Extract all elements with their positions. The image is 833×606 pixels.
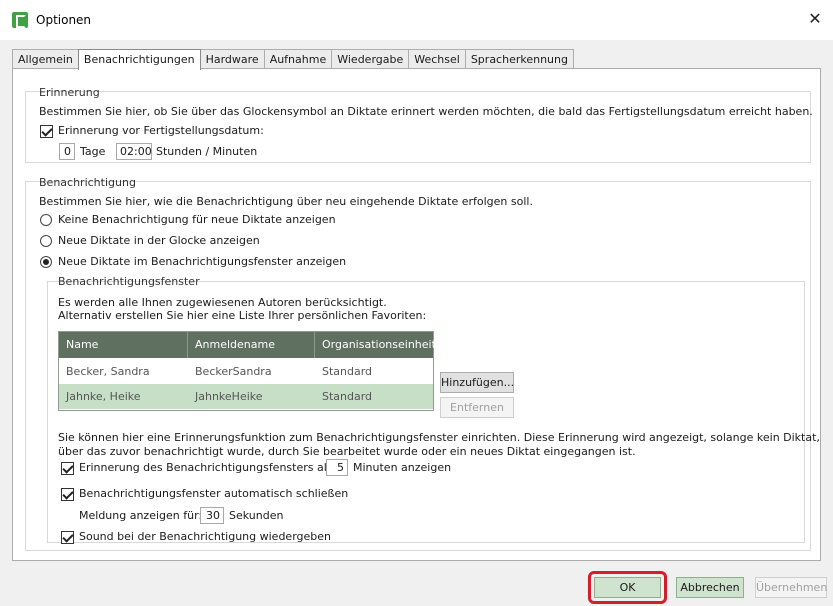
tab-benachrichtigungen[interactable]: Benachrichtigungen xyxy=(77,49,201,70)
days-input[interactable]: 0 xyxy=(59,143,75,160)
table-row[interactable]: Jahnke, Heike JahnkeHeike Standard xyxy=(59,384,433,409)
ok-button[interactable]: OK xyxy=(594,577,661,598)
cancel-button[interactable]: Abbrechen xyxy=(676,577,744,598)
radio-keine-benachrichtigung[interactable] xyxy=(40,214,52,226)
radio-benachrichtigungsfenster[interactable] xyxy=(40,256,52,268)
app-icon xyxy=(12,12,28,28)
benachrichtigung-group-title: Benachrichtigung xyxy=(39,176,136,189)
reminder-checkbox[interactable] xyxy=(61,462,74,475)
benachrichtigung-description: Bestimmen Sie hier, wie die Benachrichti… xyxy=(39,195,533,208)
message-unit-label: Sekunden xyxy=(229,509,284,522)
tab-aufnahme[interactable]: Aufnahme xyxy=(263,49,333,69)
fenster-group-title: Benachrichtigungsfenster xyxy=(58,275,200,288)
time-label: Stunden / Minuten xyxy=(156,145,258,158)
column-header-name[interactable]: Name xyxy=(59,332,187,358)
column-header-organisationseinheit[interactable]: Organisationseinheit xyxy=(315,332,436,358)
tab-panel: Erinnerung Bestimmen Sie hier, ob Sie üb… xyxy=(12,68,821,561)
title-bar: Optionen ✕ xyxy=(0,0,833,40)
erinnerung-checkbox[interactable] xyxy=(40,125,53,138)
erinnerung-description: Bestimmen Sie hier, ob Sie über das Gloc… xyxy=(39,105,813,118)
cell-name: Jahnke, Heike xyxy=(66,390,141,403)
cell-login: JahnkeHeike xyxy=(195,390,263,403)
tab-allgemein[interactable]: Allgemein xyxy=(12,49,79,69)
cell-unit: Standard xyxy=(322,365,373,378)
reminder-text-line1: Sie können hier eine Erinnerungsfunktion… xyxy=(58,431,820,444)
fenster-info-line2: Alternativ erstellen Sie hier eine Liste… xyxy=(58,309,427,322)
autoclose-label: Benachrichtigungsfenster automatisch sch… xyxy=(79,487,349,500)
table-row[interactable]: Becker, Sandra BeckerSandra Standard xyxy=(59,359,433,384)
close-icon[interactable]: ✕ xyxy=(805,9,825,29)
tab-spracherkennung[interactable]: Spracherkennung xyxy=(464,49,574,69)
reminder-label-before: Erinnerung des Benachrichtigungsfensters… xyxy=(79,461,337,474)
reminder-minutes-input[interactable]: 5 xyxy=(326,459,348,476)
cell-unit: Standard xyxy=(322,390,373,403)
add-button[interactable]: Hinzufügen... xyxy=(440,372,514,393)
tab-hardware[interactable]: Hardware xyxy=(199,49,265,69)
cell-login: BeckerSandra xyxy=(195,365,272,378)
radio-keine-label: Keine Benachrichtigung für neue Diktate … xyxy=(58,213,336,226)
tab-wechsel[interactable]: Wechsel xyxy=(408,49,466,69)
apply-button[interactable]: Übernehmen xyxy=(755,577,827,598)
message-duration-label: Meldung anzeigen für: xyxy=(79,509,203,522)
radio-fenster-label: Neue Diktate im Benachrichtigungsfenster… xyxy=(58,255,347,268)
erinnerung-checkbox-label: Erinnerung vor Fertigstellungsdatum: xyxy=(58,124,264,137)
sound-label: Sound bei der Benachrichtigung wiedergeb… xyxy=(79,530,331,543)
column-header-anmeldename[interactable]: Anmeldename xyxy=(188,332,314,358)
sound-checkbox[interactable] xyxy=(61,531,74,544)
reminder-text-line2: über das zuvor benachrichtigt wurde, dur… xyxy=(58,445,636,458)
reminder-label-after: Minuten anzeigen xyxy=(353,461,452,474)
radio-glocke[interactable] xyxy=(40,235,52,247)
table-header: Name Anmeldename Organisationseinheit xyxy=(59,332,436,358)
remove-button[interactable]: Entfernen xyxy=(440,397,514,418)
cell-name: Becker, Sandra xyxy=(66,365,150,378)
tab-wiedergabe[interactable]: Wiedergabe xyxy=(331,49,410,69)
erinnerung-group-title: Erinnerung xyxy=(39,86,100,99)
window-title: Optionen xyxy=(36,13,92,27)
fenster-info-line1: Es werden alle Ihnen zugewiesenen Autore… xyxy=(58,296,387,309)
time-input[interactable]: 02:00 xyxy=(116,143,152,160)
tab-strip: Allgemein Benachrichtigungen Hardware Au… xyxy=(12,49,574,70)
autoclose-checkbox[interactable] xyxy=(61,488,74,501)
radio-glocke-label: Neue Diktate in der Glocke anzeigen xyxy=(58,234,260,247)
days-label: Tage xyxy=(80,145,106,158)
message-seconds-input[interactable]: 30 xyxy=(200,507,224,524)
favorites-table: Name Anmeldename Organisationseinheit Be… xyxy=(58,331,436,411)
